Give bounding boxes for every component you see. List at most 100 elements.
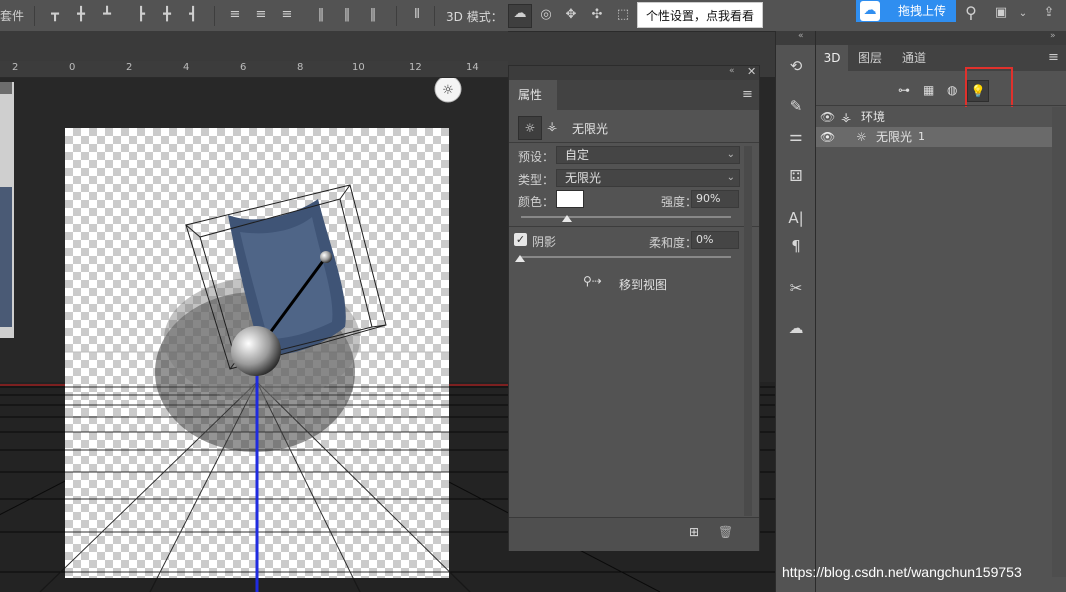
materials-icon[interactable]: ◍: [947, 83, 957, 97]
ruler-tick: 8: [297, 62, 304, 73]
chevron-down-icon[interactable]: ⌄: [1014, 5, 1032, 23]
light-sphere: [231, 326, 281, 376]
divider: [509, 226, 759, 227]
distribute-bottom-icon[interactable]: ≡: [278, 6, 296, 24]
share-icon[interactable]: ⇪: [1040, 4, 1058, 22]
panel-header-bar: « ✕: [509, 65, 759, 80]
collapse-icon[interactable]: «: [729, 66, 735, 76]
move-to-view-button[interactable]: 移到视图: [619, 276, 667, 293]
distribute-top-icon[interactable]: ≡: [226, 6, 244, 24]
type-label: 类型：: [518, 173, 555, 187]
collapse-icon[interactable]: »: [1050, 31, 1056, 41]
light-color-swatch[interactable]: [556, 190, 584, 208]
drag-3d-icon[interactable]: ✥: [562, 6, 580, 24]
light-name: 无限光: [572, 122, 609, 136]
orbit-3d-icon[interactable]: ☁: [508, 4, 532, 28]
separator: [34, 6, 35, 26]
preset-label: 预设：: [518, 150, 555, 164]
svg-text:☼: ☼: [442, 83, 454, 98]
align-top-icon[interactable]: ┳: [46, 6, 64, 24]
infinite-light-icon[interactable]: ☼: [518, 116, 542, 140]
distribute-left-icon[interactable]: ‖: [312, 6, 330, 24]
align-bottom-icon[interactable]: ┻: [98, 6, 116, 24]
divider: [816, 105, 1066, 106]
shadow-checkbox[interactable]: ✓: [514, 233, 527, 246]
separator: [214, 6, 215, 26]
distribute-vcenter-icon[interactable]: ≡: [252, 6, 270, 24]
workspace-icon[interactable]: ▣: [992, 4, 1010, 22]
paragraph-icon[interactable]: ¶: [785, 235, 807, 257]
align-right-icon[interactable]: ┫: [184, 6, 202, 24]
type-select[interactable]: 无限光 ⌄: [556, 169, 740, 187]
move-to-view-icon[interactable]: ⚲⇢: [583, 274, 602, 288]
separator: [434, 6, 435, 26]
slide-3d-icon[interactable]: ✣: [588, 6, 606, 24]
strip-header: «: [776, 31, 816, 45]
preset-select[interactable]: 自定 ⌄: [556, 146, 740, 164]
meshes-icon[interactable]: ▦: [923, 83, 934, 97]
align-vcenter-icon[interactable]: ╋: [72, 6, 90, 24]
scale-3d-icon[interactable]: ⬚: [614, 6, 632, 24]
scrollbar[interactable]: [1052, 107, 1066, 577]
ruler-tick: 2: [12, 62, 19, 73]
align-hcenter-icon[interactable]: ╋: [158, 6, 176, 24]
tab-channels[interactable]: 通道: [902, 45, 926, 71]
divider: [509, 142, 759, 143]
trash-icon[interactable]: 🗑: [718, 525, 733, 539]
brush-settings-icon[interactable]: ⚌: [785, 125, 807, 147]
eye-icon[interactable]: 👁: [820, 127, 835, 147]
layer-row-environment[interactable]: 👁 ⚶ 环境: [816, 107, 1052, 127]
softness-input[interactable]: 0%: [691, 231, 739, 249]
search-icon[interactable]: ⚲: [962, 4, 980, 22]
libraries-icon[interactable]: ☁: [785, 317, 807, 339]
partial-label: 套件: [0, 9, 25, 23]
layer-row-infinite-light[interactable]: 👁 ☼ 无限光 1: [816, 127, 1052, 147]
tab-3d[interactable]: 3D: [816, 45, 848, 71]
intensity-slider[interactable]: [521, 216, 731, 218]
horizontal-ruler: 2 0 2 4 6 8 10 12 14: [0, 61, 508, 78]
3d-panel-tabs: 3D 图层 通道 ≡: [816, 45, 1066, 71]
ruler-tick: 10: [352, 62, 365, 73]
layer-name: 无限光: [876, 130, 913, 144]
softness-slider[interactable]: [521, 256, 731, 258]
align-left-icon[interactable]: ┣: [132, 6, 150, 24]
light-handle: [320, 251, 332, 263]
panel-header-bar: »: [816, 31, 1066, 45]
auto-align-icon[interactable]: ⫴: [408, 6, 426, 24]
panel-menu-icon[interactable]: ≡: [1048, 50, 1059, 65]
panel-icon-strip: « ⟲ ✎ ⚌ ⚃ A| ¶ ✂ ☁: [775, 31, 816, 592]
softness-label: 柔和度：: [649, 236, 698, 250]
tool-presets-icon[interactable]: ✂: [785, 277, 807, 299]
clone-source-icon[interactable]: ⚃: [785, 165, 807, 187]
intensity-slider-thumb[interactable]: [562, 215, 573, 222]
3d-mode-label: 3D 模式：: [446, 10, 503, 24]
tab-properties[interactable]: 属性: [509, 80, 557, 110]
brush-icon[interactable]: ✎: [785, 95, 807, 117]
distribute-hcenter-icon[interactable]: ‖: [338, 6, 356, 24]
whole-scene-icon[interactable]: ⊶: [898, 83, 910, 97]
eye-icon[interactable]: 👁: [820, 107, 835, 127]
history-icon[interactable]: ⟲: [785, 55, 807, 77]
chevron-down-icon: ⌄: [726, 172, 735, 183]
tab-layers[interactable]: 图层: [858, 45, 882, 71]
ruler-tick: 4: [183, 62, 190, 73]
type-value: 无限光: [565, 171, 602, 185]
coordinates-icon[interactable]: ⚶: [547, 119, 557, 133]
softness-slider-thumb[interactable]: [515, 255, 525, 262]
ruler-tick: 0: [69, 62, 76, 73]
intensity-input[interactable]: 90%: [691, 190, 739, 208]
upload-label: 拖拽上传: [898, 4, 947, 18]
close-icon[interactable]: ✕: [747, 65, 756, 78]
character-icon[interactable]: A|: [785, 207, 807, 229]
collapse-icon[interactable]: «: [798, 31, 804, 41]
chevron-down-icon: ⌄: [726, 149, 735, 160]
ruler-tick: 12: [409, 62, 422, 73]
panel-menu-icon[interactable]: ≡: [742, 87, 753, 102]
ruler-tick: 2: [126, 62, 133, 73]
distribute-right-icon[interactable]: ‖: [364, 6, 382, 24]
roll-3d-icon[interactable]: ◎: [537, 6, 555, 24]
new-layer-icon[interactable]: ⊞: [689, 525, 699, 539]
upload-button[interactable]: ☁ 拖拽上传: [856, 0, 956, 22]
cloud-icon: ☁: [860, 1, 880, 21]
scrollbar[interactable]: [744, 146, 752, 516]
